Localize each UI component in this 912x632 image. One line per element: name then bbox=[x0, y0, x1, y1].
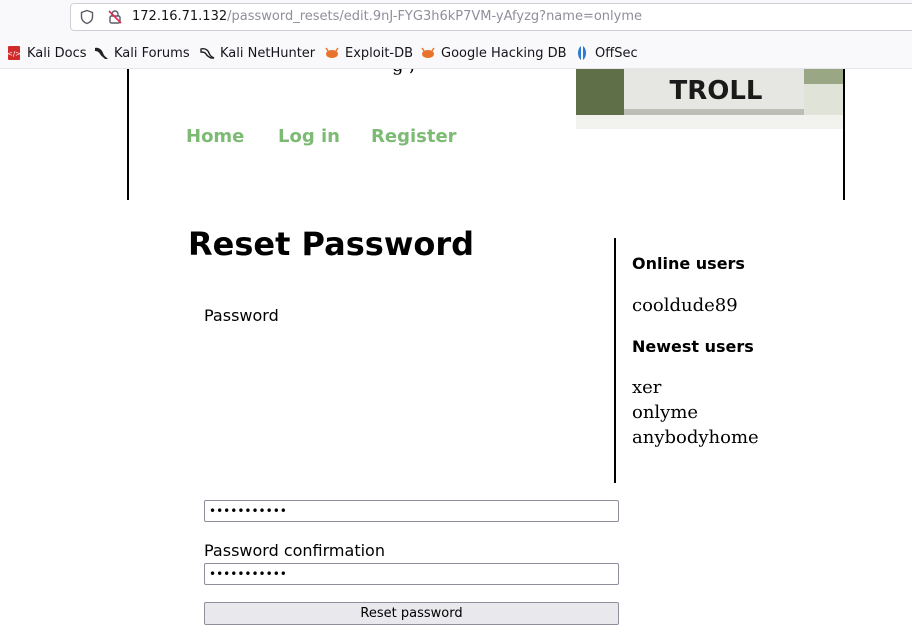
bookmarks-bar: </> Kali Docs Kali Forums Kali NetHunter… bbox=[0, 36, 912, 69]
bookmark-label: Exploit-DB bbox=[345, 45, 414, 61]
bookmark-kali-docs[interactable]: </> Kali Docs bbox=[6, 45, 87, 61]
troll-banner-image: TROLL bbox=[576, 69, 843, 129]
bookmark-label: Kali NetHunter bbox=[220, 45, 316, 61]
url-text[interactable]: 172.16.71.132/password_resets/edit.9nJ-F… bbox=[132, 9, 642, 24]
bookmark-kali-forums[interactable]: Kali Forums bbox=[93, 45, 190, 61]
password-confirmation-label: Password confirmation bbox=[204, 541, 385, 560]
browser-toolbar: 172.16.71.132/password_resets/edit.9nJ-F… bbox=[0, 0, 912, 36]
kali-docs-icon: </> bbox=[7, 46, 21, 60]
exploit-db-icon bbox=[421, 47, 435, 58]
newest-user[interactable]: xer bbox=[632, 377, 661, 398]
bookmark-kali-nethunter[interactable]: Kali NetHunter bbox=[199, 45, 315, 61]
bookmark-label: OffSec bbox=[595, 45, 638, 61]
password-label: Password bbox=[204, 306, 279, 325]
online-user[interactable]: cooldude89 bbox=[632, 295, 738, 316]
bookmark-label: Kali Docs bbox=[27, 45, 87, 61]
shield-icon[interactable] bbox=[79, 9, 95, 25]
online-users-heading: Online users bbox=[632, 254, 745, 273]
address-bar[interactable]: 172.16.71.132/password_resets/edit.9nJ-F… bbox=[70, 3, 912, 31]
kali-dragon-icon bbox=[95, 47, 108, 59]
header-cut-off-text: g , bbox=[392, 69, 415, 76]
svg-text:</>: </> bbox=[7, 50, 21, 58]
password-confirmation-field[interactable]: ••••••••••• bbox=[204, 563, 619, 585]
nav-register-link[interactable]: Register bbox=[371, 126, 457, 147]
sidebar: Online users cooldude89 Newest users xer… bbox=[614, 238, 876, 483]
kali-dragon-icon bbox=[200, 48, 215, 59]
url-host: 172.16.71.132 bbox=[132, 9, 228, 24]
password-field[interactable]: ••••••••••• bbox=[204, 500, 619, 522]
newest-users-heading: Newest users bbox=[632, 337, 754, 356]
bookmark-label: Kali Forums bbox=[114, 45, 190, 61]
banner-text: TROLL bbox=[670, 76, 763, 106]
page-title: Reset Password bbox=[188, 225, 475, 263]
insecure-lock-icon[interactable] bbox=[107, 9, 123, 25]
newest-user[interactable]: onlyme bbox=[632, 402, 698, 423]
newest-user[interactable]: anybodyhome bbox=[632, 427, 759, 448]
url-path: /password_resets/edit.9nJ-FYG3h6kP7VM-yA… bbox=[227, 9, 642, 24]
bookmark-google-hacking-db[interactable]: Google Hacking DB bbox=[420, 45, 567, 61]
bookmark-offsec[interactable]: OffSec bbox=[574, 45, 638, 61]
nav-login-link[interactable]: Log in bbox=[278, 126, 340, 147]
exploit-db-icon bbox=[325, 47, 339, 58]
bookmark-label: Google Hacking DB bbox=[441, 45, 567, 61]
nav-home-link[interactable]: Home bbox=[186, 126, 244, 147]
reset-password-button[interactable]: Reset password bbox=[204, 602, 619, 625]
offsec-icon bbox=[578, 46, 586, 60]
bookmark-exploit-db[interactable]: Exploit-DB bbox=[324, 45, 413, 61]
page-content: g , TROLL Home Log in Register Reset Pas… bbox=[0, 69, 912, 632]
